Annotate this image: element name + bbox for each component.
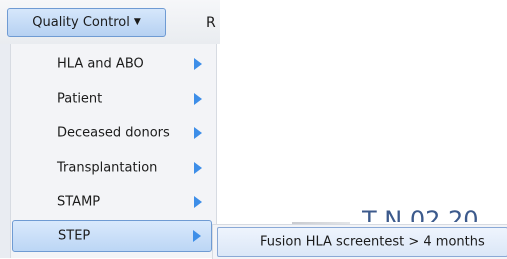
menu-item-stamp[interactable]: STAMP [12, 186, 212, 218]
submenu-item-fusion-hla-screentest[interactable]: Fusion HLA screentest > 4 months [217, 227, 507, 257]
caret-down-icon: ▼ [133, 17, 141, 27]
menu-gutter [0, 44, 11, 258]
triangle-right-icon [194, 162, 202, 174]
background-partial-text: T N 02 20 [362, 206, 479, 222]
quality-control-menu-button[interactable]: Quality Control ▼ [7, 8, 166, 37]
menu-item-label: Patient [57, 91, 103, 107]
triangle-right-icon [194, 196, 202, 208]
menu-item-label: Transplantation [57, 160, 158, 176]
menu-item-patient[interactable]: Patient [12, 83, 212, 115]
quality-control-dropdown: HLA and ABO Patient Deceased donors Tran… [0, 44, 217, 258]
quality-control-label: Quality Control [32, 15, 130, 30]
menu-item-step[interactable]: STEP [12, 220, 212, 252]
menu-item-label: Deceased donors [57, 125, 170, 141]
triangle-right-icon [194, 58, 202, 70]
step-submenu: Fusion HLA screentest > 4 months [212, 224, 507, 259]
triangle-right-icon [194, 93, 202, 105]
menu-item-hla-and-abo[interactable]: HLA and ABO [12, 48, 212, 80]
triangle-right-icon [193, 230, 201, 242]
submenu-item-label: Fusion HLA screentest > 4 months [260, 234, 485, 250]
menu-item-label: HLA and ABO [57, 56, 144, 72]
triangle-right-icon [194, 127, 202, 139]
menu-item-label: STAMP [57, 194, 101, 210]
menu-item-label: STEP [58, 228, 91, 244]
menu-bar: Quality Control ▼ R [0, 0, 220, 44]
next-menu-partial[interactable]: R [206, 15, 216, 31]
menu-item-transplantation[interactable]: Transplantation [12, 152, 212, 184]
menu-item-deceased-donors[interactable]: Deceased donors [12, 117, 212, 149]
